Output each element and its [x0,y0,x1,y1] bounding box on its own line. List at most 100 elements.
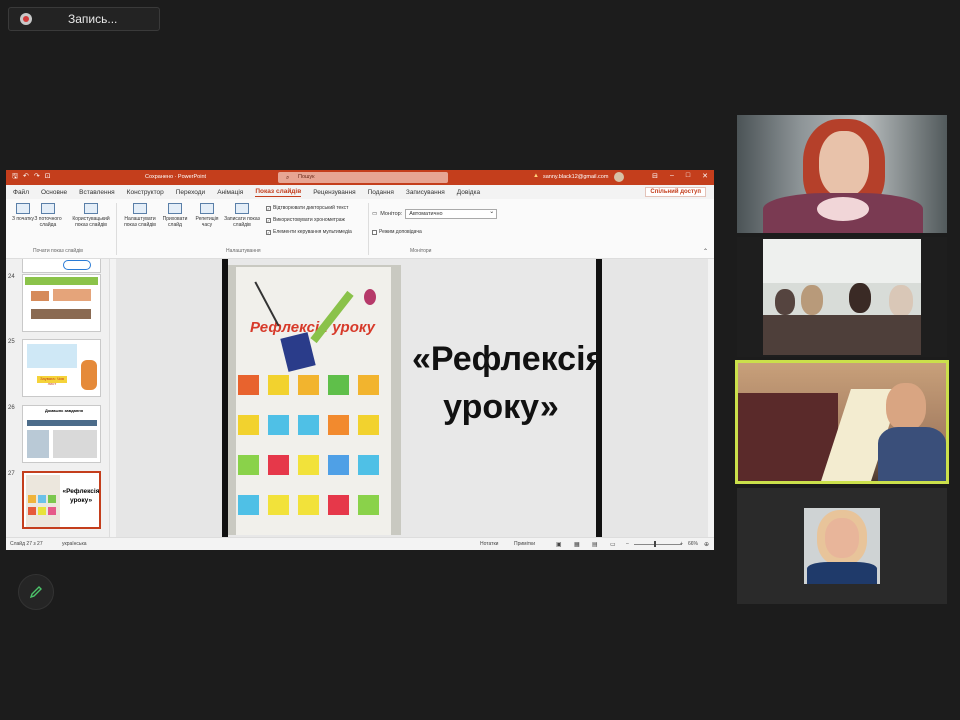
poster-photo: Рефлексія уроку [228,265,401,535]
share-button[interactable]: Спільний доступ [645,187,706,197]
hide-slide-button[interactable]: Приховати слайд [160,203,190,228]
tab-home[interactable]: Основне [41,189,67,196]
search-input[interactable]: ⌕ Пошук [278,172,448,183]
zoom-out-icon[interactable]: – [626,541,629,547]
zoom-slider[interactable] [634,544,682,545]
thumbnail-text: Заувага: Чия лист [37,376,67,386]
sorter-view-icon[interactable]: ▦ [574,541,580,548]
shared-screen-powerpoint: 🖫 ↶ ↷ ⊡ Сохранено · PowerPoint ⌕ Пошук ▲… [6,170,714,550]
thumbnail-text: «Рефлексія уроку» [62,488,100,504]
thumbnail-27[interactable]: «Рефлексія уроку» [22,471,101,529]
reflection-poster: Рефлексія уроку [236,267,391,535]
participant-video-active-speaker[interactable] [735,360,949,484]
tab-help[interactable]: Довідка [457,189,480,196]
thumbnail-number: 25 [8,339,15,345]
annotate-button[interactable] [18,574,54,610]
record-show-button[interactable]: Записати показ слайдів [220,203,264,228]
group-label-start: Почати показ слайдів [33,248,83,254]
ribbon-options-icon[interactable]: ⊟ [652,172,658,180]
recording-label: Запись... [68,12,118,26]
group-label-setup: Налаштування [226,248,261,254]
avatar[interactable] [614,172,624,182]
rehearse-icon [200,203,214,214]
thumbnail-number: 27 [8,471,15,477]
tab-slideshow[interactable]: Показ слайдів [255,188,302,197]
notes-button[interactable]: Нотатки [480,541,498,547]
tab-animations[interactable]: Анімація [217,189,243,196]
presenter-view-checkbox[interactable]: Режим доповідача [372,229,422,235]
zoom-in-icon[interactable]: + [680,541,683,547]
rehearse-button[interactable]: Репетиція часу [192,203,222,228]
setup-show-button[interactable]: Налаштувати показ слайдів [120,203,160,228]
slide-border [596,259,602,539]
present-icon[interactable]: ⊡ [45,172,51,183]
timings-checkbox[interactable]: ✓ Використовувати хронометраж [266,217,345,223]
undo-icon[interactable]: ↶ [23,172,29,183]
ppt-title: Сохранено · PowerPoint [145,174,207,180]
participant-video-2[interactable] [737,237,947,357]
participant-video-1[interactable] [737,115,947,233]
monitor-row: ▭ Монітор: Автоматично [372,208,498,219]
warning-icon: ▲ [533,173,539,179]
collapse-ribbon-icon[interactable]: ⌃ [703,248,708,255]
slide-thumbnails[interactable]: 24 25 Заувага: Чия лист 26 Домашнє завда… [6,259,110,537]
slide-heading: «Рефлексія уроку» [412,340,602,426]
slideshow-view-icon[interactable]: ▭ [610,541,616,548]
hide-slide-icon [168,203,182,214]
custom-show-icon [84,203,98,214]
language[interactable]: українська [62,541,87,547]
reading-view-icon[interactable]: ▤ [592,541,598,548]
save-icon[interactable]: 🖫 [12,172,18,183]
status-bar: Слайд 27 з 27 українська Нотатки Примітк… [6,537,714,550]
tab-file[interactable]: Файл [13,189,29,196]
slide-editor[interactable]: Рефлексія уроку «Рефлексія уроку» [116,259,714,539]
zoom-level[interactable]: 66% [688,541,698,547]
pen-icon [29,586,42,599]
group-label-monitors: Монітори [410,248,432,254]
grapes-icon [364,289,376,305]
current-slide[interactable]: Рефлексія уроку «Рефлексія уроку» [222,259,602,539]
tab-transitions[interactable]: Переходи [176,189,205,196]
slideshow-icon [16,203,30,214]
thumbnail-number: 24 [8,274,15,280]
media-controls-checkbox[interactable]: ✓ Елементи керування мультимедіа [266,229,352,235]
thumbnail-25[interactable]: Заувага: Чия лист [22,339,101,397]
tab-design[interactable]: Конструктор [127,189,164,196]
slide-position: Слайд 27 з 27 [10,541,43,547]
thumbnail-23[interactable] [22,259,101,273]
ppt-titlebar: 🖫 ↶ ↷ ⊡ Сохранено · PowerPoint ⌕ Пошук ▲… [6,170,714,185]
ribbon-tabs: Файл Основне Вставлення Конструктор Пере… [6,185,714,199]
ribbon: З початку З поточного слайда Користуваць… [6,199,714,259]
divider [116,203,117,255]
custom-show-button[interactable]: Користувацький показ слайдів [68,203,114,228]
from-current-button[interactable]: З поточного слайда [30,203,66,228]
record-icon [235,203,249,214]
thumbnail-text: Домашнє завдання [44,408,84,413]
narration-checkbox[interactable]: ✓ Відтворювати дикторський текст [266,205,348,211]
thumbnail-24[interactable] [22,274,101,332]
setup-icon [133,203,147,214]
thumbnail-number: 26 [8,405,15,411]
normal-view-icon[interactable]: ▣ [556,541,562,548]
redo-icon[interactable]: ↷ [34,172,40,183]
tab-insert[interactable]: Вставлення [79,189,115,196]
zoom-slider-thumb[interactable] [654,541,656,547]
minimize-icon[interactable]: – [670,172,674,180]
monitor-select[interactable]: Автоматично [405,208,498,219]
monitor-icon: ▭ [372,211,378,217]
participant-video-4[interactable] [737,488,947,604]
tab-review[interactable]: Рецензування [313,189,355,196]
recording-icon [20,13,32,25]
close-icon[interactable]: ✕ [702,172,708,180]
recording-badge[interactable]: Запись... [8,7,160,31]
search-icon: ⌕ [286,175,290,181]
tab-view[interactable]: Подання [368,189,394,196]
maximize-icon[interactable]: □ [686,172,690,180]
slide-scrollbar[interactable] [708,259,714,537]
fit-slide-icon[interactable]: ⊕ [704,541,709,548]
tab-recording[interactable]: Записування [406,189,445,196]
slideshow-current-icon [41,203,55,214]
user-email: sanny.black12@gmail.com [543,174,609,180]
thumbnail-26[interactable]: Домашнє завдання [22,405,101,463]
comments-button[interactable]: Примітки [514,541,535,547]
